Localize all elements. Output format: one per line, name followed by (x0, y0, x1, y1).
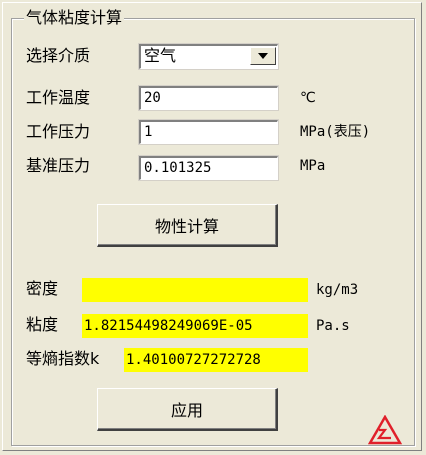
temperature-label: 工作温度 (26, 88, 91, 107)
medium-select[interactable]: 空气 (138, 43, 279, 70)
pressure-label: 工作压力 (26, 122, 91, 141)
reference-pressure-input[interactable]: 0.101325 (138, 155, 279, 181)
apply-button[interactable]: 应用 (97, 388, 278, 431)
dropdown-button[interactable] (250, 47, 276, 65)
reference-pressure-unit: MPa (300, 158, 326, 174)
reference-pressure-label: 基准压力 (26, 156, 91, 175)
temperature-input[interactable]: 20 (138, 85, 279, 111)
viscosity-label: 粘度 (26, 315, 59, 334)
isentropic-index-value: 1.40100727272728 (124, 348, 308, 372)
group-title: 气体粘度计算 (24, 8, 125, 28)
calculate-properties-button[interactable]: 物性计算 (97, 204, 278, 247)
isentropic-index-label: 等熵指数k (26, 349, 100, 368)
chevron-down-icon (258, 53, 268, 59)
medium-label: 选择介质 (26, 46, 91, 65)
density-value (82, 278, 308, 302)
density-unit: kg/m3 (316, 282, 359, 298)
viscosity-value: 1.82154498249069E-05 (82, 314, 308, 338)
pressure-input[interactable]: 1 (138, 119, 279, 145)
pressure-unit: MPa(表压) (300, 124, 371, 140)
density-label: 密度 (26, 279, 59, 298)
company-logo-icon (368, 415, 402, 445)
viscosity-unit: Pa.s (316, 318, 350, 334)
temperature-unit: ℃ (300, 90, 316, 106)
medium-selected-value: 空气 (144, 46, 177, 65)
